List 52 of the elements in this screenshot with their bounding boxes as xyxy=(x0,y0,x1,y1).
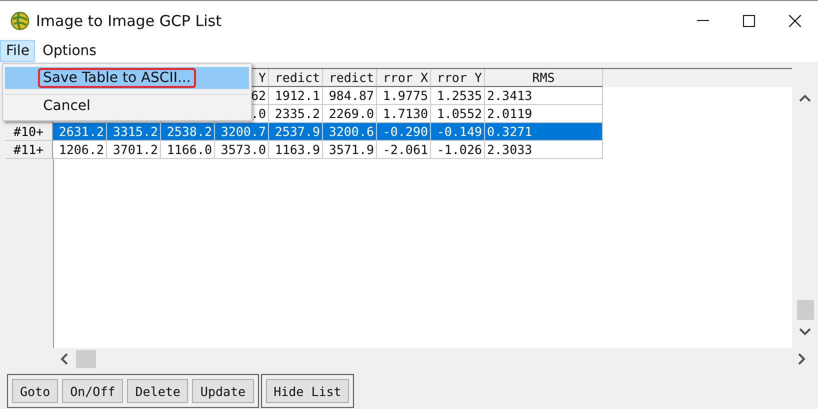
table-cell: 1163.9 xyxy=(269,141,323,159)
column-header[interactable]: redict xyxy=(269,69,323,87)
close-icon[interactable] xyxy=(789,14,801,26)
column-header[interactable]: redict xyxy=(323,69,377,87)
column-header[interactable]: RMS xyxy=(485,69,603,87)
table-cell: 3200.6 xyxy=(323,123,377,141)
table-cell: -2.061 xyxy=(377,141,431,159)
table-cell: 0.3271 xyxy=(485,123,603,141)
table-cell: 3573.0 xyxy=(215,141,269,159)
toolbar-button[interactable]: Update xyxy=(192,379,254,403)
table-cell: 1166.0 xyxy=(161,141,215,159)
scroll-thumb[interactable] xyxy=(76,350,96,368)
table-cell: 984.87 xyxy=(323,87,377,105)
column-header[interactable]: rror X xyxy=(377,69,431,87)
table-cell: -0.149 xyxy=(431,123,485,141)
scroll-right-icon[interactable] xyxy=(798,353,806,365)
window-title: Image to Image GCP List xyxy=(36,12,222,30)
menu-item[interactable]: Save Table to ASCII... xyxy=(5,67,249,89)
menu-item[interactable]: Cancel xyxy=(5,94,249,117)
scroll-up-icon[interactable] xyxy=(799,94,811,102)
menu-item[interactable]: Options xyxy=(36,40,102,62)
table-cell: 1206.2 xyxy=(53,141,107,159)
scroll-down-icon[interactable] xyxy=(799,328,811,336)
table-cell: -0.290 xyxy=(377,123,431,141)
toolbar-button[interactable]: On/Off xyxy=(62,379,124,403)
table-cell: 2631.2 xyxy=(53,123,107,141)
table-cell: 2.3413 xyxy=(485,87,603,105)
table-cell: 2537.9 xyxy=(269,123,323,141)
table-cell: 3571.9 xyxy=(323,141,377,159)
toolbar-button[interactable]: Hide List xyxy=(266,379,350,403)
table-cell: 3315.2 xyxy=(107,123,161,141)
toolbar-button[interactable]: Goto xyxy=(12,379,58,403)
table-cell: 3701.2 xyxy=(107,141,161,159)
menu-item-label: Save Table to ASCII... xyxy=(38,68,196,88)
table-cell: 2538.2 xyxy=(161,123,215,141)
menu-item[interactable]: File xyxy=(0,40,36,62)
scroll-left-icon[interactable] xyxy=(60,353,68,365)
scroll-thumb[interactable] xyxy=(796,300,814,320)
row-header[interactable]: #10+ xyxy=(5,123,53,141)
globe-icon xyxy=(10,10,30,30)
table-cell: 2.3033 xyxy=(485,141,603,159)
table-cell: 1912.1 xyxy=(269,87,323,105)
maximize-icon[interactable] xyxy=(743,14,755,26)
menu-item-label: Cancel xyxy=(42,97,92,116)
table-cell: 3200.7 xyxy=(215,123,269,141)
table-cell: -1.026 xyxy=(431,141,485,159)
table-cell: 1.2535 xyxy=(431,87,485,105)
table-cell: 1.9775 xyxy=(377,87,431,105)
toolbar-button[interactable]: Delete xyxy=(127,379,188,403)
row-header[interactable]: #11+ xyxy=(5,141,53,159)
column-header[interactable]: rror Y xyxy=(431,69,485,87)
minimize-icon[interactable] xyxy=(697,20,709,22)
